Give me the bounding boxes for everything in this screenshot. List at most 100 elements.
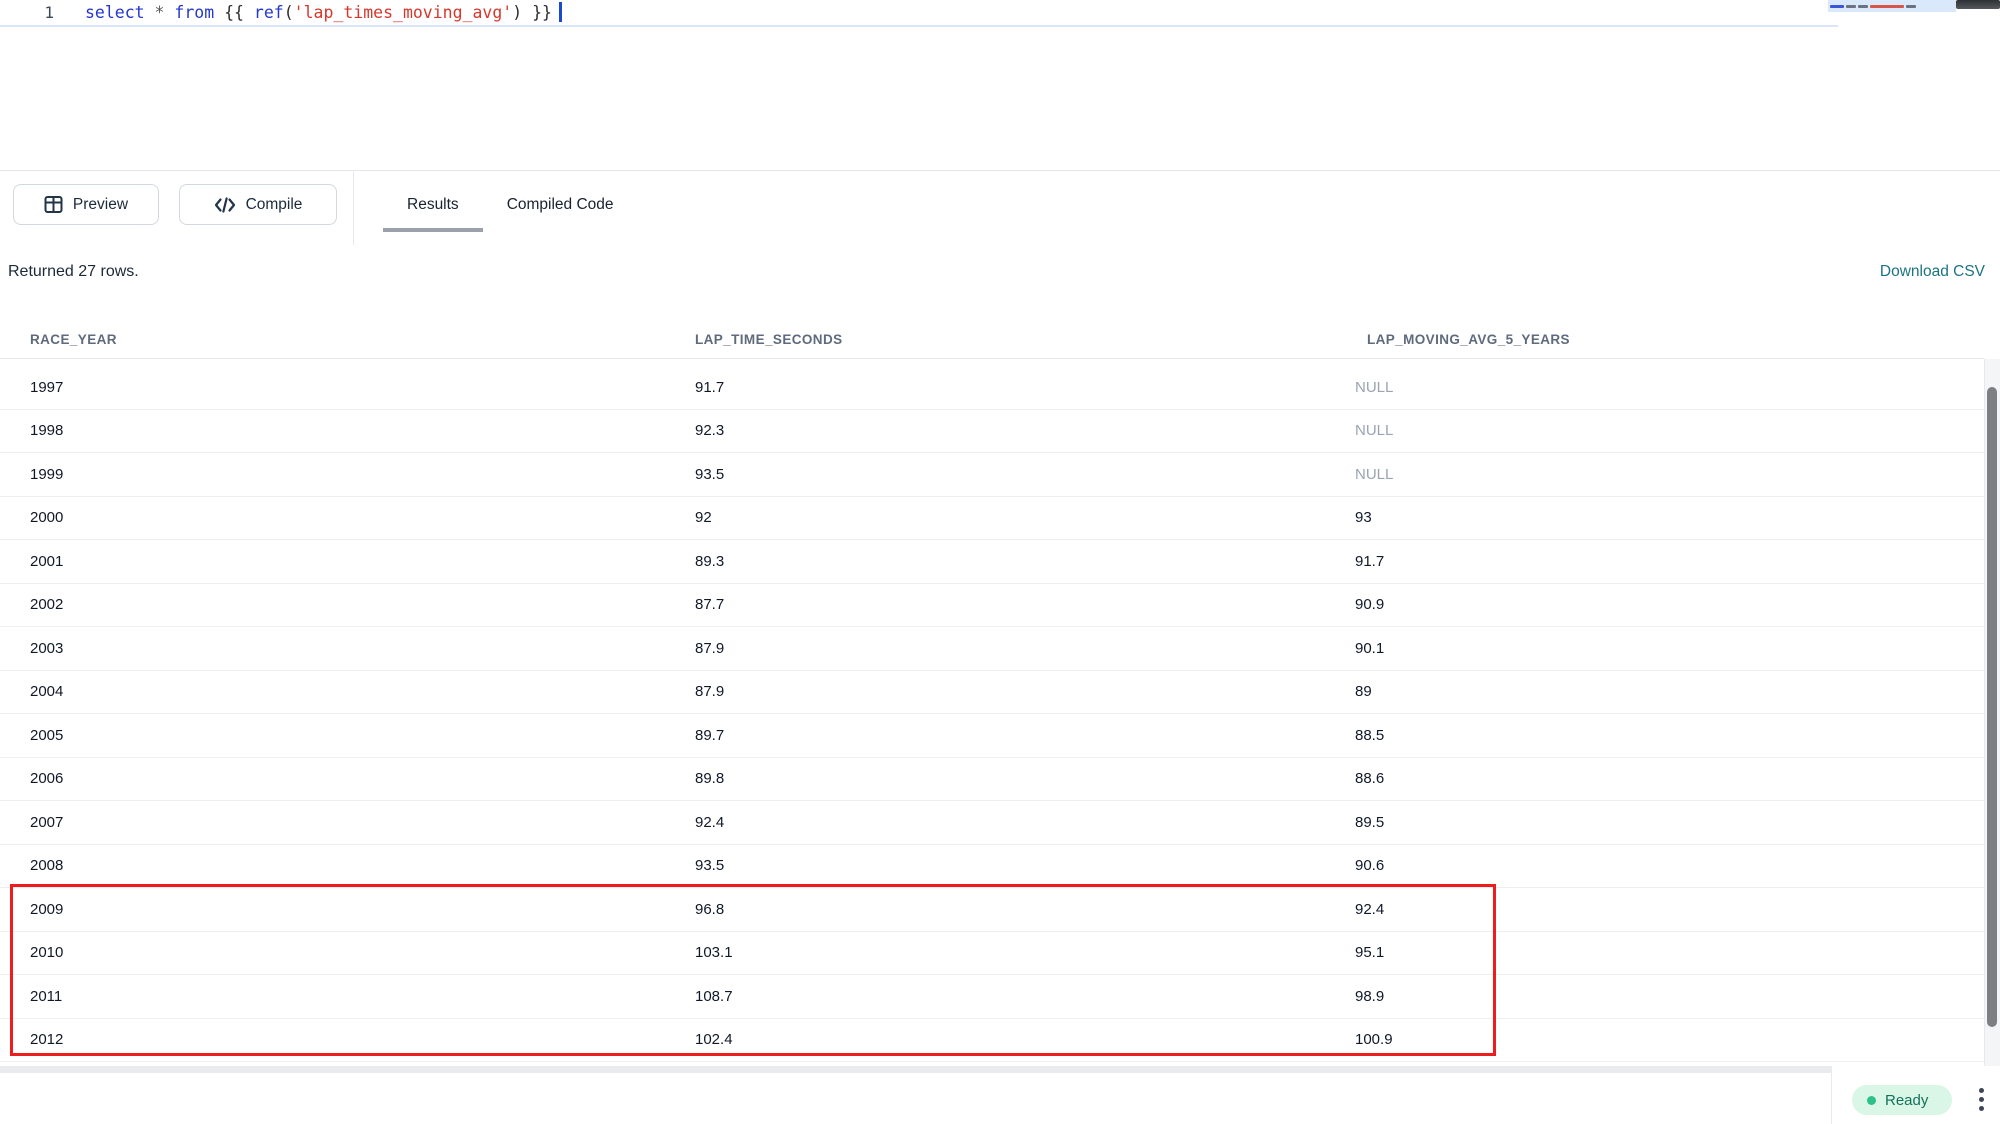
table-cell: 92 bbox=[695, 509, 1355, 526]
table-cell: 92.3 bbox=[695, 422, 1355, 439]
code-token: }} bbox=[522, 3, 552, 22]
code-token: select bbox=[85, 3, 145, 22]
table-body: 199791.7NULL199892.3NULL199993.5NULL2000… bbox=[0, 366, 1984, 1062]
tab-label: Compiled Code bbox=[507, 196, 614, 214]
table-cell: 93 bbox=[1355, 509, 1984, 526]
column-header-race-year[interactable]: RACE_YEAR bbox=[30, 332, 695, 347]
tab-compiled-code[interactable]: Compiled Code bbox=[483, 171, 638, 246]
ide-screen: 1 select * from {{ ref('lap_times_moving… bbox=[0, 0, 2000, 1124]
table-cell: NULL bbox=[1355, 466, 1984, 483]
line-number: 1 bbox=[30, 3, 54, 22]
code-minimap[interactable] bbox=[1828, 0, 1956, 12]
download-csv-link[interactable]: Download CSV bbox=[1880, 263, 1985, 281]
table-cell: 100.9 bbox=[1355, 1031, 1984, 1048]
table-cell: 98.9 bbox=[1355, 988, 1984, 1005]
code-token: from bbox=[174, 3, 214, 22]
table-row[interactable]: 200792.489.5 bbox=[0, 801, 1984, 845]
code-token bbox=[145, 3, 155, 22]
table-cell: 2000 bbox=[30, 509, 695, 526]
green-dot-icon bbox=[1867, 1096, 1876, 1105]
table-cell: 95.1 bbox=[1355, 944, 1984, 961]
table-row[interactable]: 199791.7NULL bbox=[0, 366, 1984, 410]
table-row[interactable]: 200487.989 bbox=[0, 671, 1984, 715]
minimap-segment bbox=[1906, 5, 1916, 8]
table-cell: 103.1 bbox=[695, 944, 1355, 961]
table-header: RACE_YEAR LAP_TIME_SECONDS LAP_MOVING_AV… bbox=[0, 320, 1984, 359]
code-token: 'lap_times_moving_avg' bbox=[294, 3, 513, 22]
column-header-lap-time-seconds[interactable]: LAP_TIME_SECONDS bbox=[695, 332, 1355, 347]
table-row[interactable]: 200996.892.4 bbox=[0, 888, 1984, 932]
table-cell: 2005 bbox=[30, 727, 695, 744]
table-cell: 2012 bbox=[30, 1031, 695, 1048]
table-cell: 89 bbox=[1355, 683, 1984, 700]
table-cell: 2001 bbox=[30, 553, 695, 570]
table-row[interactable]: 200287.790.9 bbox=[0, 584, 1984, 628]
table-cell: 1999 bbox=[30, 466, 695, 483]
toolbar-divider bbox=[353, 171, 354, 246]
table-row[interactable]: 200387.990.1 bbox=[0, 627, 1984, 671]
ready-status-label: Ready bbox=[1885, 1092, 1928, 1109]
table-cell: 87.9 bbox=[695, 683, 1355, 700]
table-cell: 108.7 bbox=[695, 988, 1355, 1005]
minimap-segment bbox=[1846, 5, 1856, 8]
table-cell: 87.7 bbox=[695, 596, 1355, 613]
table-row[interactable]: 20009293 bbox=[0, 497, 1984, 541]
table-row[interactable]: 199892.3NULL bbox=[0, 410, 1984, 454]
table-cell: 92.4 bbox=[695, 814, 1355, 831]
minimap-segment bbox=[1870, 5, 1904, 8]
kebab-dot bbox=[1979, 1106, 1984, 1111]
table-cell: 92.4 bbox=[1355, 901, 1984, 918]
code-token: ( bbox=[284, 3, 294, 22]
table-cell: 2003 bbox=[30, 640, 695, 657]
table-cell: 91.7 bbox=[695, 379, 1355, 396]
table-row[interactable]: 2011108.798.9 bbox=[0, 975, 1984, 1019]
table-cell: 87.9 bbox=[695, 640, 1355, 657]
table-cell: 2009 bbox=[30, 901, 695, 918]
table-cell: 2006 bbox=[30, 770, 695, 787]
status-bar: Ready bbox=[0, 1073, 2000, 1124]
table-row[interactable]: 200893.590.6 bbox=[0, 845, 1984, 889]
editor-scrollbar[interactable] bbox=[1956, 0, 2000, 9]
table-cell: 91.7 bbox=[1355, 553, 1984, 570]
results-scrollbar-thumb[interactable] bbox=[1987, 387, 1997, 1027]
table-cell: 2008 bbox=[30, 857, 695, 874]
sql-editor[interactable]: 1 select * from {{ ref('lap_times_moving… bbox=[0, 0, 2000, 170]
table-row[interactable]: 200689.888.6 bbox=[0, 758, 1984, 802]
panel-bottom-band bbox=[0, 1066, 1832, 1073]
current-line-underline bbox=[0, 25, 1838, 27]
results-meta: Returned 27 rows. Download CSV bbox=[0, 245, 2000, 305]
preview-button[interactable]: Preview bbox=[13, 184, 159, 225]
kebab-menu-icon[interactable] bbox=[1968, 1081, 1994, 1117]
code-token: ) bbox=[512, 3, 522, 22]
table-cell: 2007 bbox=[30, 814, 695, 831]
table-row[interactable]: 200589.788.5 bbox=[0, 714, 1984, 758]
compile-button[interactable]: Compile bbox=[179, 184, 337, 225]
results-toolbar: Preview Compile Results Compiled Code bbox=[0, 170, 2000, 245]
table-cell: 2002 bbox=[30, 596, 695, 613]
results-scrollbar-track[interactable] bbox=[1984, 359, 2000, 1066]
results-tabs: Results Compiled Code bbox=[383, 171, 638, 246]
column-header-lap-moving-avg-5-years[interactable]: LAP_MOVING_AVG_5_YEARS bbox=[1355, 332, 1984, 347]
table-cell: 88.6 bbox=[1355, 770, 1984, 787]
table-cell: 96.8 bbox=[695, 901, 1355, 918]
table-row[interactable]: 2010103.195.1 bbox=[0, 932, 1984, 976]
table-cell: 2004 bbox=[30, 683, 695, 700]
table-cell: 90.9 bbox=[1355, 596, 1984, 613]
table-cell: 89.8 bbox=[695, 770, 1355, 787]
preview-button-label: Preview bbox=[73, 196, 128, 214]
minimap-segment bbox=[1858, 5, 1868, 8]
table-cell: 2010 bbox=[30, 944, 695, 961]
table-row[interactable]: 2012102.4100.9 bbox=[0, 1019, 1984, 1063]
code-token: * bbox=[155, 3, 165, 22]
table-row[interactable]: 200189.391.7 bbox=[0, 540, 1984, 584]
table-cell: 89.3 bbox=[695, 553, 1355, 570]
table-cell: 2011 bbox=[30, 988, 695, 1005]
table-cell: NULL bbox=[1355, 422, 1984, 439]
table-cell: 90.1 bbox=[1355, 640, 1984, 657]
tab-results[interactable]: Results bbox=[383, 171, 483, 246]
table-cell: 90.6 bbox=[1355, 857, 1984, 874]
table-cell: 1997 bbox=[30, 379, 695, 396]
table-row[interactable]: 199993.5NULL bbox=[0, 453, 1984, 497]
code-line[interactable]: select * from {{ ref('lap_times_moving_a… bbox=[85, 2, 562, 22]
table-cell: 89.7 bbox=[695, 727, 1355, 744]
